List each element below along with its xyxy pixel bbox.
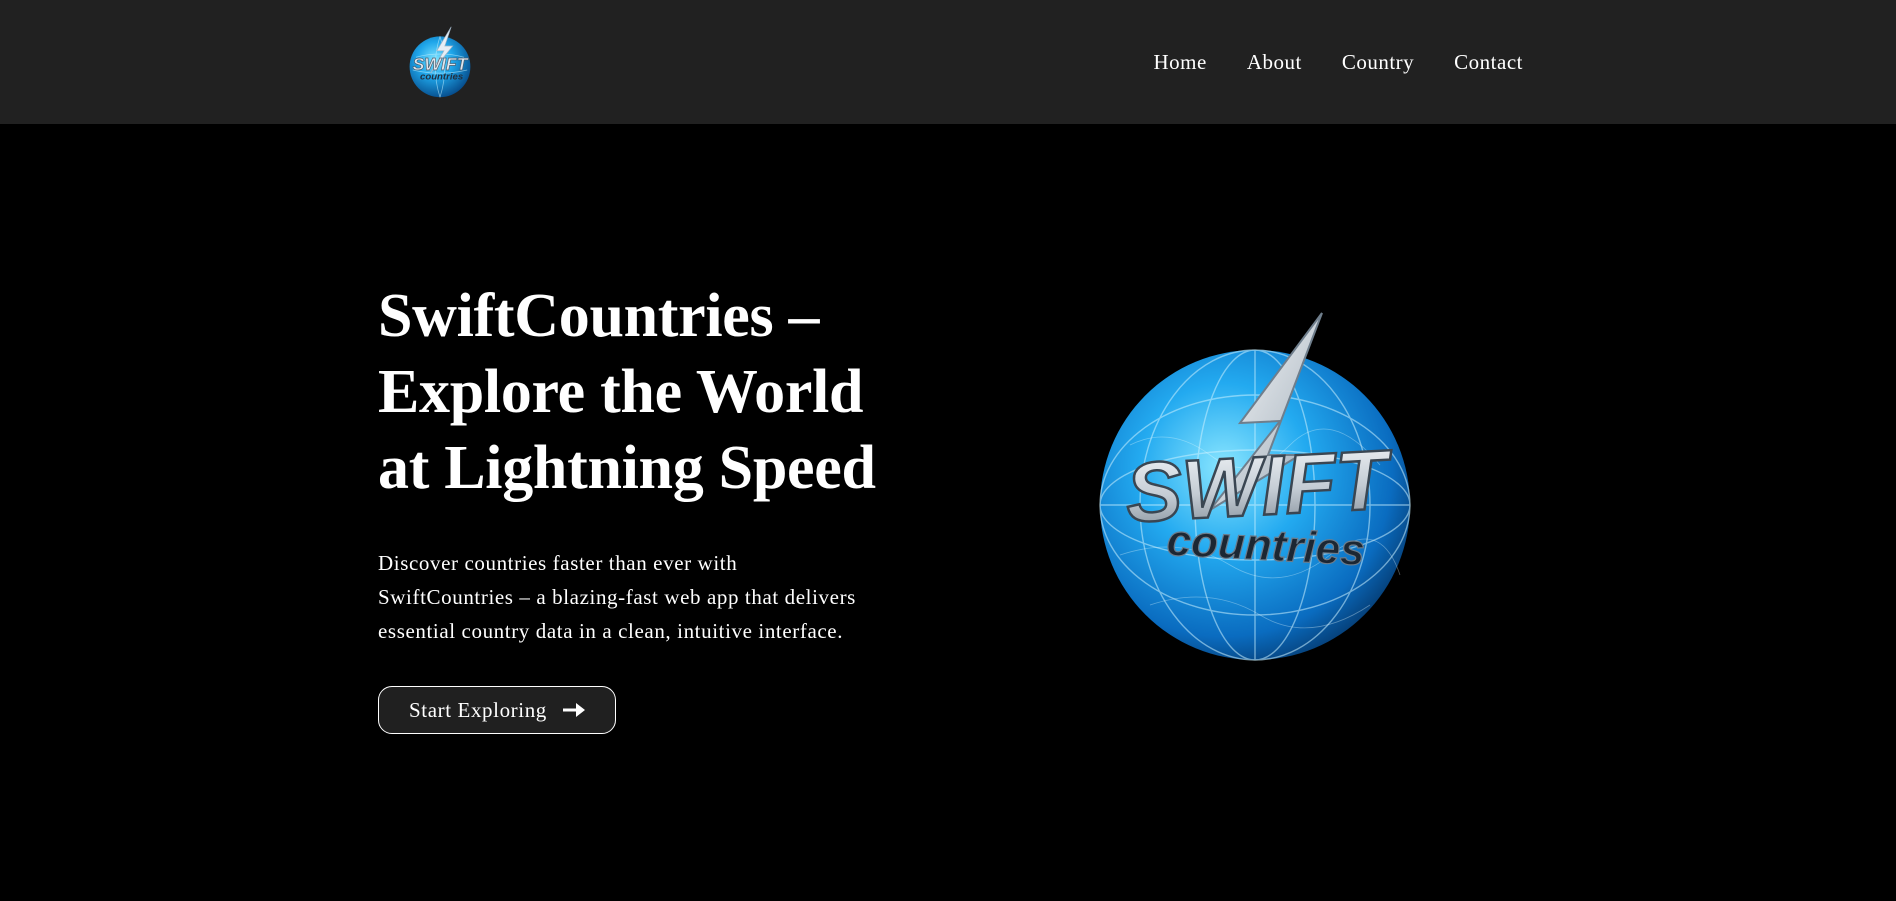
hero-title-line: Explore the World: [378, 358, 864, 426]
hero-logo-line2: countries: [1166, 516, 1366, 575]
main-nav: Home About Country Contact: [1154, 46, 1524, 78]
nav-contact-link[interactable]: Contact: [1454, 46, 1523, 78]
hero-description-line: Discover countries faster than ever with: [378, 551, 738, 575]
hero-section: SwiftCountries – Explore the World at Li…: [378, 278, 938, 734]
hero-description-line: essential country data in a clean, intui…: [378, 619, 844, 643]
hero-logo-image: SWIFT countries: [1090, 305, 1420, 675]
logo-line2: countries: [420, 72, 463, 83]
arrow-right-icon: [562, 703, 585, 717]
nav-home-link[interactable]: Home: [1154, 46, 1207, 78]
nav-country-link[interactable]: Country: [1342, 46, 1414, 78]
swift-countries-logo-icon: SWIFT countries: [409, 26, 471, 98]
hero-title-line: SwiftCountries –: [378, 282, 820, 350]
logo-link[interactable]: SWIFT countries: [400, 22, 480, 102]
hero-title: SwiftCountries – Explore the World at Li…: [378, 278, 938, 506]
nav-about-link[interactable]: About: [1247, 46, 1302, 78]
start-exploring-button[interactable]: Start Exploring: [378, 686, 616, 734]
swift-countries-globe-icon: SWIFT countries: [1099, 312, 1411, 661]
hero-description-line: SwiftCountries – a blazing-fast web app …: [378, 585, 856, 609]
hero-description: Discover countries faster than ever with…: [378, 546, 918, 648]
site-header: SWIFT countries Home About Country Conta…: [0, 0, 1896, 124]
hero-title-line: at Lightning Speed: [378, 434, 876, 502]
page: SWIFT countries Home About Country Conta…: [0, 0, 1896, 901]
start-exploring-label: Start Exploring: [409, 697, 547, 722]
